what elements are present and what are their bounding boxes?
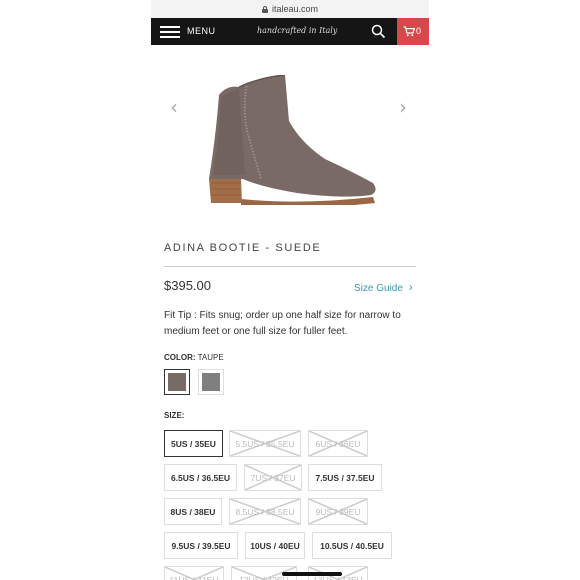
size-guide-link[interactable]: Size Guide ›	[354, 280, 413, 294]
color-swatch-taupe[interactable]	[164, 369, 190, 395]
size-option-label: 8.5US / 38.5EU	[235, 506, 295, 517]
search-icon[interactable]	[371, 24, 386, 39]
product-price: $395.00	[164, 278, 211, 293]
size-option-label: 10US / 40EU	[250, 540, 300, 551]
size-option-button: 11US / 41EU	[164, 566, 224, 580]
cart-icon	[403, 26, 415, 37]
menu-label[interactable]: MENU	[187, 26, 216, 36]
site-header: MENU handcrafted in Italy 0	[151, 18, 429, 45]
product-image-gallery: ‹ ›	[151, 45, 429, 235]
home-indicator[interactable]	[282, 572, 342, 576]
phone-screen: italeau.com MENU handcrafted in Italy 0 …	[151, 0, 429, 580]
product-image-boot[interactable]	[201, 75, 381, 205]
prev-image-arrow-icon[interactable]: ‹	[170, 97, 178, 117]
site-logo[interactable]: handcrafted in Italy	[257, 26, 337, 35]
size-option-label: 9.5US / 39.5EU	[171, 540, 231, 551]
size-option-button[interactable]: 10.5US / 40.5EU	[312, 532, 392, 559]
color-label: COLOR:	[164, 353, 196, 362]
size-option-label: 8US / 38EU	[170, 506, 216, 517]
size-option-button[interactable]: 7.5US / 37.5EU	[308, 464, 382, 491]
color-swatch-grey[interactable]	[198, 369, 224, 395]
size-option-label: 9US / 39EU	[315, 506, 361, 517]
swatch-fill	[168, 373, 186, 391]
size-option-button: 7US / 37EU	[244, 464, 302, 491]
title-divider	[164, 266, 416, 267]
fit-tip: Fit Tip : Fits snug; order up one half s…	[164, 310, 401, 337]
size-option-button[interactable]: 9.5US / 39.5EU	[164, 532, 238, 559]
hamburger-menu-icon[interactable]	[160, 25, 180, 38]
size-option-label: 11US / 41EU	[169, 574, 219, 580]
size-option-button[interactable]: 6.5US / 36.5EU	[164, 464, 237, 491]
size-option-label: 7US / 37EU	[250, 472, 296, 483]
product-title: ADINA BOOTIE - SUEDE	[164, 242, 322, 254]
size-option-button[interactable]: 8US / 38EU	[164, 498, 222, 525]
size-option-label: 7.5US / 37.5EU	[315, 472, 375, 483]
size-option-button: 9US / 39EU	[308, 498, 368, 525]
size-option-button[interactable]: 5US / 35EU	[164, 430, 223, 457]
cart-count: 0	[416, 26, 422, 36]
size-option-label: 12US / 42EU	[239, 574, 289, 580]
size-option-button: 8.5US / 38.5EU	[229, 498, 301, 525]
color-label-row: COLOR: TAUPE	[164, 353, 224, 362]
lock-icon	[261, 5, 268, 13]
chevron-right-icon: ›	[408, 280, 413, 294]
size-option-label: 10.5US / 40.5EU	[320, 540, 384, 551]
size-option-button[interactable]: 10US / 40EU	[245, 532, 305, 559]
size-option-button: 6US / 36EU	[308, 430, 368, 457]
size-option-button: 5.5US / 35.5EU	[229, 430, 301, 457]
size-option-label: 6.5US / 36.5EU	[170, 472, 231, 483]
size-guide-label: Size Guide	[354, 283, 403, 294]
size-option-label: 5.5US / 35.5EU	[235, 438, 295, 449]
size-label: SIZE:	[164, 411, 185, 420]
browser-url-bar[interactable]: italeau.com	[151, 0, 429, 18]
size-option-label: 6US / 36EU	[315, 438, 361, 449]
url-text: italeau.com	[271, 4, 319, 14]
size-option-label: 5US / 35EU	[171, 438, 216, 449]
swatch-fill	[202, 373, 220, 391]
cart-button[interactable]: 0	[397, 18, 429, 45]
next-image-arrow-icon[interactable]: ›	[399, 97, 407, 117]
color-value: TAUPE	[197, 353, 224, 362]
